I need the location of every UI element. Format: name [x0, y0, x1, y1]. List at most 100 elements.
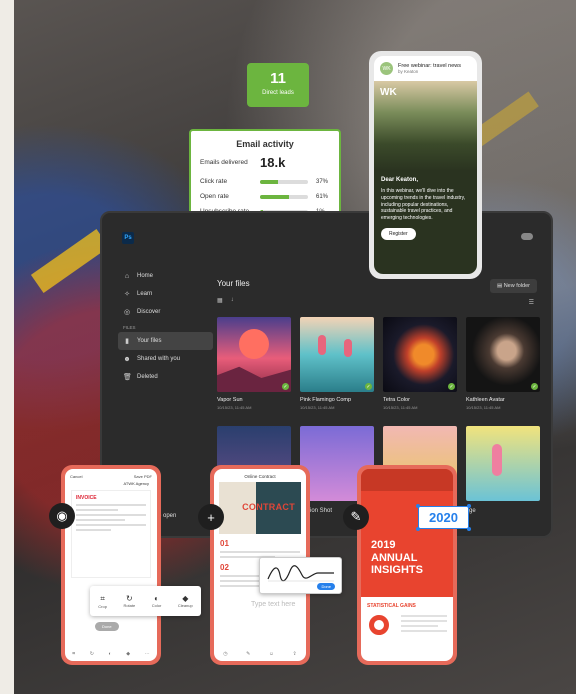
brand-logo: WK	[380, 87, 397, 98]
rotate-icon: ↻	[125, 594, 133, 603]
sign-icon[interactable]: ✎	[246, 651, 250, 657]
file-card[interactable]: ✓ Pink Flamingo Comp 10/15/23, 11:45 AM	[300, 317, 374, 410]
report-title: 2019 ANNUAL INSIGHTS	[371, 539, 423, 577]
rotate-icon[interactable]: ↻	[90, 651, 94, 657]
direct-leads-label: Direct leads	[262, 90, 294, 96]
edit-phone: 2019 ANNUAL INSIGHTS STATISTICAL GAINS	[357, 465, 457, 665]
email-body: Dear Keaton, In this webinar, we'll dive…	[374, 171, 477, 274]
file-card[interactable]: ✓ Kathleen Avatar 10/15/23, 11:45 AM	[466, 317, 540, 410]
email-greeting: Dear Keaton,	[381, 177, 419, 183]
click-rate-row: Click rate 37%	[200, 178, 330, 185]
file-thumbnail	[466, 426, 540, 501]
share-icon[interactable]: ⇪	[292, 651, 296, 657]
sidebar-item-your-files[interactable]: ▮ Your files	[118, 332, 213, 350]
cloud-icon[interactable]	[521, 233, 533, 240]
person-icon[interactable]: ☺	[269, 651, 274, 657]
sidebar-item-label: Learn	[137, 291, 153, 297]
file-thumbnail: ✓	[217, 317, 291, 392]
people-icon: ☻	[123, 355, 131, 363]
sidebar-item-label: Discover	[137, 309, 161, 315]
file-thumbnail: ✓	[466, 317, 540, 392]
file-icon: ▮	[125, 338, 129, 345]
eraser-icon: ◆	[182, 594, 189, 603]
email-activity-title: Email activity	[236, 139, 294, 149]
click-rate-value: 37%	[316, 178, 329, 185]
sign-toolbar: ◷ ✎ ☺ ⇪	[214, 651, 306, 657]
year-text-selection[interactable]: 2020	[416, 504, 471, 531]
tablet-photoshop-files: Ps ⌂ Home ✧ Learn ◎ Discover FILES ▮ Your fi…	[100, 211, 553, 538]
sidebar-item-learn[interactable]: ✧ Learn	[118, 285, 213, 303]
color-tool[interactable]: ◐ Color	[152, 594, 162, 608]
compass-icon: ◎	[123, 309, 131, 316]
trash-icon: 🗑	[123, 374, 132, 381]
background-edge	[0, 0, 14, 694]
tool-label: Cleanup	[177, 603, 193, 608]
sort-icon[interactable]: ↓	[231, 297, 234, 304]
tool-label: Crop	[98, 603, 107, 609]
click-rate-label: Click rate	[200, 178, 228, 185]
file-card[interactable]: ✓ Vapor Sun 10/15/23, 11:45 AM	[217, 317, 291, 410]
save-pdf-button[interactable]: Save PDF	[134, 474, 152, 479]
list-view-icon[interactable]: ☰	[529, 299, 534, 306]
lightbulb-icon: ✧	[124, 291, 130, 298]
cleanup-tool[interactable]: ◆ Cleanup	[178, 594, 193, 608]
emails-delivered-value: 18.k	[260, 155, 286, 170]
open-rate-row: Open rate 61%	[200, 193, 330, 200]
view-tools: ▦ ↓	[217, 297, 537, 304]
sidebar-item-shared[interactable]: ☻ Shared with you	[118, 350, 213, 368]
cancel-button[interactable]: Cancel	[70, 474, 82, 479]
synced-check-icon: ✓	[448, 383, 455, 390]
pencil-icon[interactable]: ✎	[343, 504, 369, 530]
email-header: WK Free webinar: travel news by Keaton	[374, 56, 477, 81]
direct-leads-value: 11	[270, 70, 286, 87]
scan-phone: Cancel Save PDF ATWK Agency INVOICE Done…	[61, 465, 161, 665]
photoshop-app-icon[interactable]: Ps	[122, 232, 134, 244]
home-icon: ⌂	[124, 272, 130, 280]
rotate-tool[interactable]: ↻ Rotate	[123, 594, 135, 608]
file-date: 10/15/23, 11:45 AM	[300, 405, 335, 410]
open-rate-label: Open rate	[200, 193, 229, 200]
edit-toolbar	[361, 469, 453, 491]
signature-done-button[interactable]: Done	[317, 583, 335, 590]
cleanup-icon[interactable]: ◆	[126, 651, 130, 657]
crop-icon[interactable]: ⌗	[72, 651, 75, 657]
sidebar-item-label: Shared with you	[137, 356, 181, 362]
filter-icon[interactable]: ◐	[109, 651, 112, 657]
done-button[interactable]: Done	[95, 622, 119, 631]
signature-box[interactable]: Done	[259, 557, 342, 594]
grid-view-icon[interactable]: ▦	[217, 297, 223, 304]
new-folder-button[interactable]: ▤ New folder	[489, 279, 537, 293]
camera-icon[interactable]: ◉	[49, 503, 75, 529]
year-text: 2020	[429, 510, 458, 525]
background-stripe	[30, 229, 110, 293]
sidebar: ⌂ Home ✧ Learn ◎ Discover FILES ▮ Your files…	[118, 267, 213, 386]
history-icon[interactable]: ◷	[223, 651, 227, 657]
donut-chart-icon	[369, 615, 389, 635]
sidebar-item-label: Deleted	[137, 374, 158, 380]
scan-header: Cancel Save PDF	[65, 469, 157, 481]
file-card[interactable]: ✓ Tetra Color 10/15/23, 11:45 AM	[383, 317, 457, 410]
crop-tool[interactable]: ⌗ Crop	[98, 594, 107, 609]
file-thumbnail: ✓	[383, 317, 457, 392]
direct-leads-card: 11 Direct leads	[247, 63, 309, 107]
type-text-placeholder[interactable]: Type text here	[251, 601, 295, 608]
synced-check-icon: ✓	[365, 383, 372, 390]
open-rate-bar	[260, 194, 308, 199]
file-card[interactable]	[466, 426, 540, 501]
sidebar-item-discover[interactable]: ◎ Discover	[118, 303, 213, 321]
file-name: Vapor Sun	[217, 397, 243, 403]
more-icon[interactable]: ⋯	[145, 651, 150, 657]
sidebar-item-deleted[interactable]: 🗑 Deleted	[118, 368, 213, 386]
section-number: 01	[220, 539, 229, 548]
register-button[interactable]: Register	[381, 227, 416, 240]
scan-toolbar: ⌗ ↻ ◐ ◆ ⋯	[65, 651, 157, 657]
open-rate-value: 61%	[316, 193, 329, 200]
files-section-label: FILES	[123, 325, 136, 330]
report-lower: STATISTICAL GAINS	[361, 597, 453, 661]
sidebar-item-home[interactable]: ⌂ Home	[118, 267, 213, 285]
file-date: 10/15/23, 11:45 AM	[383, 405, 418, 410]
files-main: Your files ▤ New folder ▦ ↓ ☰ ✓ Vapor Su…	[217, 279, 540, 501]
invoice-document: INVOICE	[71, 490, 151, 578]
edit-tool-tray: ⌗ Crop ↻ Rotate ◐ Color ◆ Cleanup	[90, 586, 201, 616]
plus-icon[interactable]: +	[198, 504, 224, 530]
